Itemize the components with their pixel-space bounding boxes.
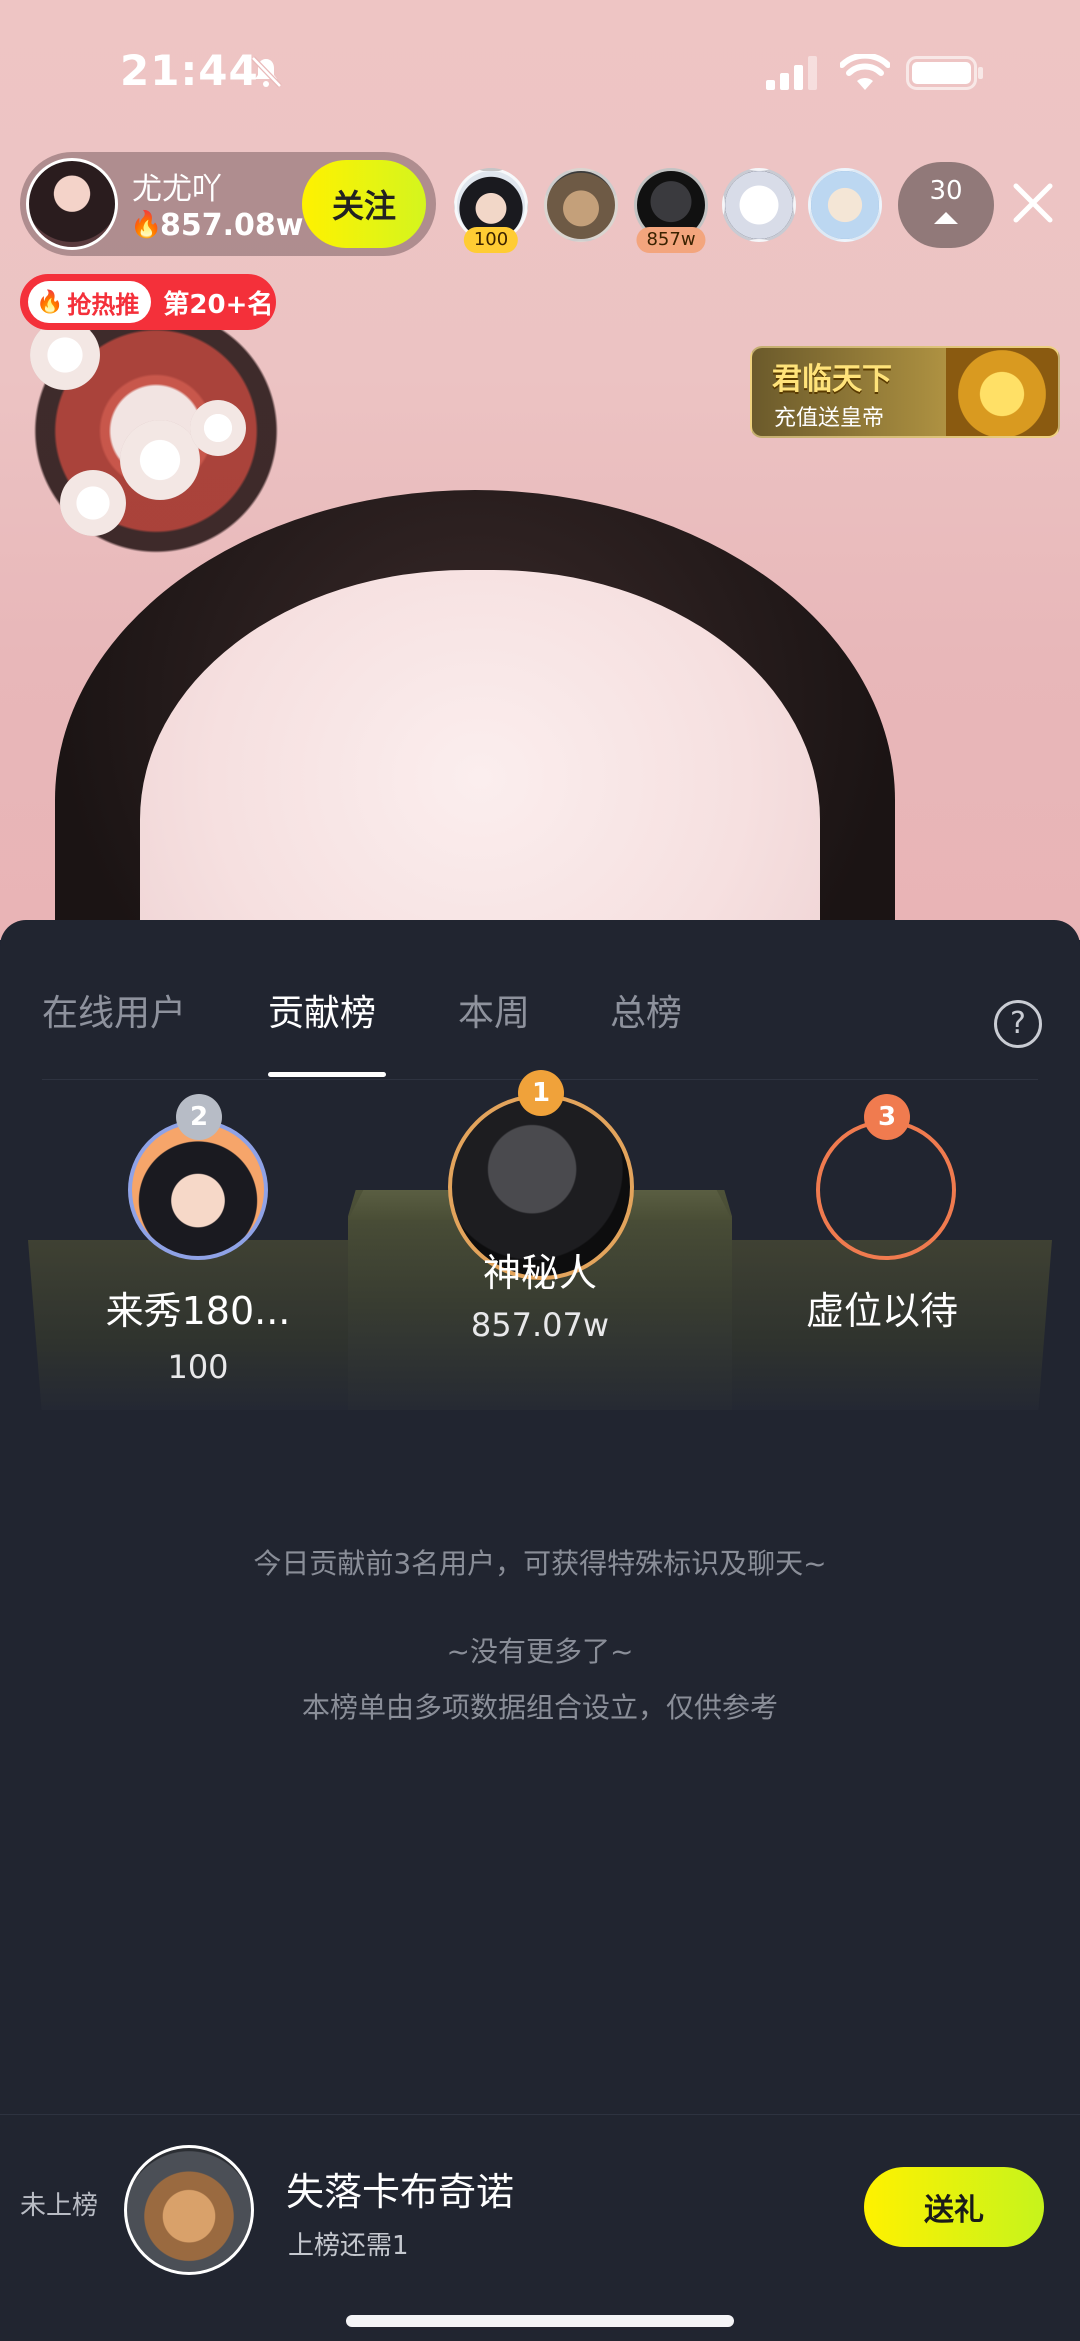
rank-2-avatar[interactable] (128, 1120, 268, 1260)
no-more-note: ~没有更多了~ (446, 1635, 634, 1668)
hot-push-text: 抢热推 (67, 290, 140, 319)
tab-weekly[interactable]: 本周 (458, 984, 530, 1036)
rank-3-avatar-placeholder (816, 1120, 956, 1260)
viewer-badge: 100 (463, 227, 519, 253)
rank-3-medal: 3 (864, 1094, 910, 1140)
flower-decoration (190, 400, 246, 456)
flower-decoration (120, 420, 200, 500)
host-info[interactable]: 尤尤吖 🔥 857.08w 关注 (20, 152, 436, 256)
tab-total[interactable]: 总榜 (610, 984, 682, 1036)
follow-button[interactable]: 关注 (302, 160, 426, 248)
status-time: 21:44 (120, 46, 259, 95)
promo-subtitle: 充值送皇帝 (774, 406, 885, 431)
top3-note: 今日贡献前3名用户，可获得特殊标识及聊天~ (253, 1547, 827, 1580)
tab-contribution[interactable]: 贡献榜 (268, 984, 376, 1036)
viewer-avatar[interactable] (544, 168, 618, 242)
cellular-signal-icon (766, 56, 817, 90)
disclaimer-note: 本榜单由多项数据组合设立，仅供参考 (301, 1691, 778, 1724)
my-rank-bar: 未上榜 失落卡布奇诺 上榜还需1 送礼 (0, 2114, 1080, 2341)
viewer-count: 30 (929, 176, 963, 206)
promo-banner[interactable]: 君临天下 充值送皇帝 (750, 346, 1060, 438)
rank-2-name: 来秀180... (105, 1289, 291, 1333)
status-bar: 21:44 (0, 0, 1080, 140)
send-gift-button[interactable]: 送礼 (864, 2167, 1044, 2247)
rank-3-name: 虚位以待 (805, 1289, 958, 1333)
hot-rank: 第20+名 (163, 289, 274, 320)
dragon-icon (946, 348, 1058, 436)
rank-1-score: 857.07w (470, 1306, 610, 1344)
expand-up-icon (934, 212, 958, 224)
rank-2-medal: 2 (176, 1094, 222, 1140)
viewer-avatar[interactable] (808, 168, 882, 242)
my-rank-status: 未上榜 (20, 2191, 99, 2221)
my-avatar[interactable] (124, 2145, 254, 2275)
hot-push-label: 🔥 抢热推 (28, 281, 152, 323)
viewer-count-button[interactable]: 30 (898, 162, 994, 248)
my-rank-gap: 上榜还需1 (288, 2231, 409, 2261)
rank-2-score: 100 (167, 1348, 229, 1386)
host-avatar[interactable] (26, 158, 118, 250)
close-icon[interactable] (1010, 180, 1056, 226)
rank-1-medal: 1 (518, 1070, 564, 1116)
flower-decoration (30, 320, 100, 390)
ranking-tabs: 在线用户 贡献榜 本周 总榜 ? (42, 960, 1042, 1080)
viewer-avatar[interactable]: 857w (634, 168, 708, 253)
my-name: 失落卡布奇诺 (286, 2170, 515, 2214)
live-video[interactable] (0, 0, 1080, 940)
ranking-sheet: 在线用户 贡献榜 本周 总榜 ? 2 来秀180... 100 1 神秘人 85… (0, 920, 1080, 2341)
podium: 2 来秀180... 100 1 神秘人 857.07w 3 虚位以待 (28, 1070, 1052, 1430)
viewer-badge: 857w (636, 227, 706, 253)
flame-icon: 🔥 (36, 289, 64, 315)
host-name: 尤尤吖 (132, 172, 222, 207)
help-icon[interactable]: ? (994, 1000, 1042, 1048)
tab-online-users[interactable]: 在线用户 (42, 984, 186, 1036)
viewer-avatar[interactable]: 100 (454, 168, 528, 253)
battery-icon (906, 56, 983, 90)
promo-title: 君临天下 (772, 362, 892, 397)
hot-rank-badge[interactable]: 🔥 抢热推 第20+名 (20, 274, 276, 330)
silent-bell-icon (251, 56, 282, 88)
flower-decoration (60, 470, 126, 536)
viewer-avatar[interactable] (722, 168, 796, 242)
host-score: 857.08w (160, 208, 304, 243)
wifi-icon (840, 54, 890, 90)
rank-1-name: 神秘人 (482, 1251, 597, 1295)
fire-icon: 🔥 (130, 210, 163, 240)
home-indicator[interactable] (346, 2315, 734, 2327)
